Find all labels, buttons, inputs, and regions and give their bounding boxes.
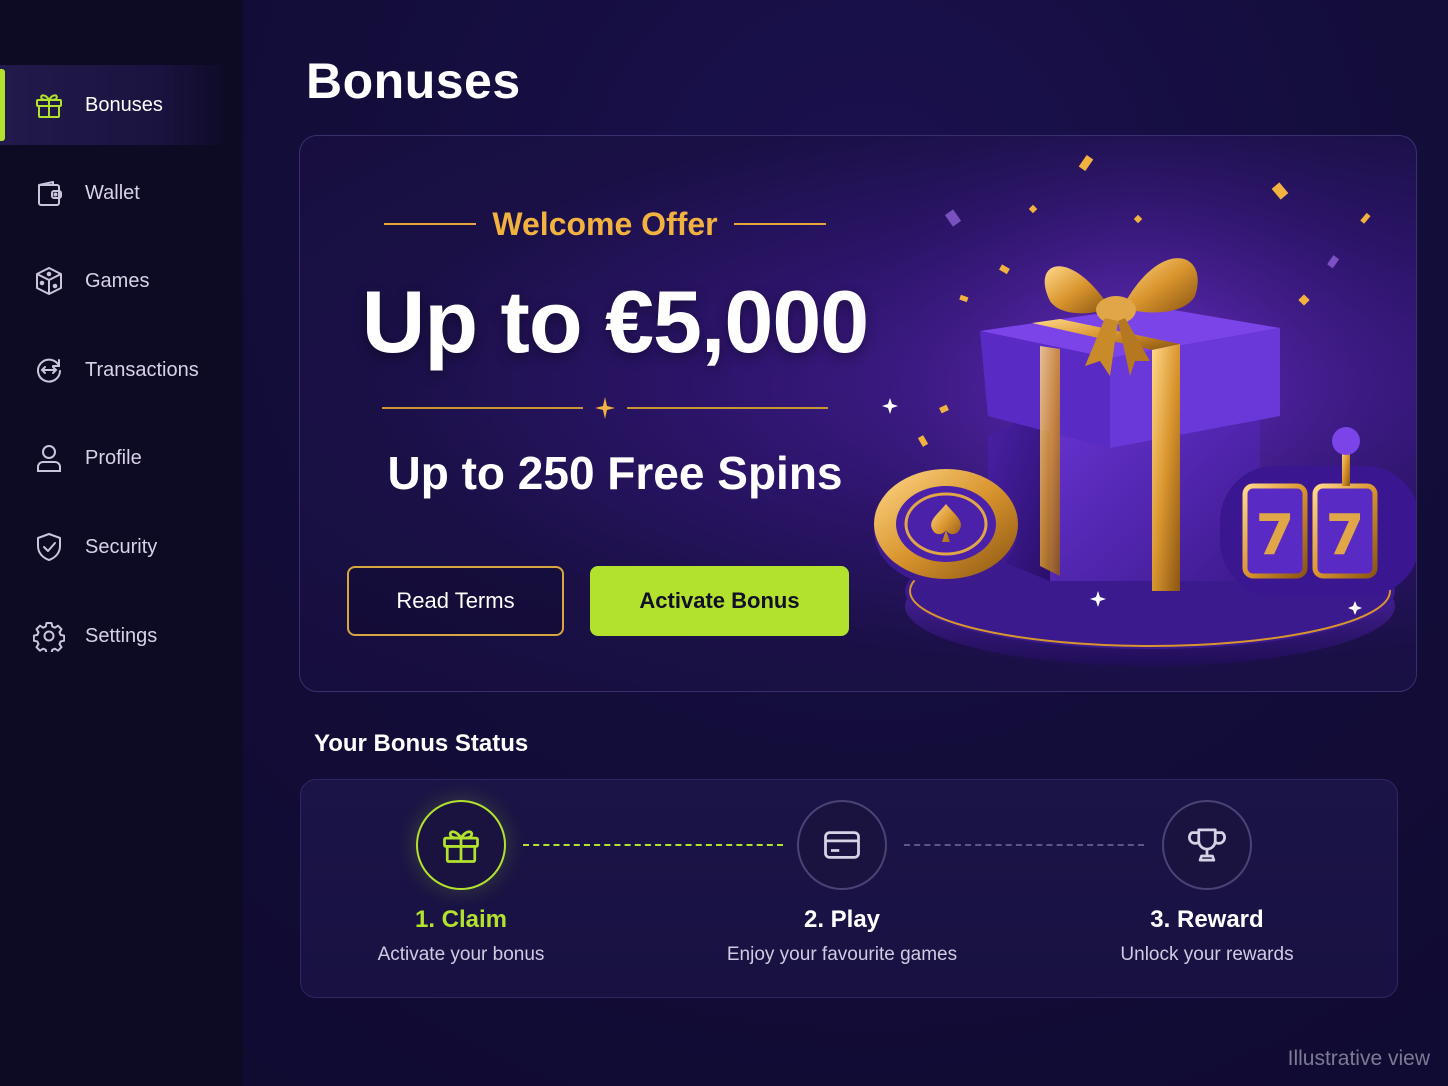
transactions-icon [32, 353, 66, 387]
step-claim-circle [416, 800, 506, 890]
ornament-divider [382, 396, 828, 420]
step-play-title: 2. Play [803, 906, 881, 933]
sidebar-item-label: Security [85, 535, 158, 558]
activate-bonus-button[interactable]: Activate Bonus [590, 566, 849, 636]
step-play-subtitle: Enjoy your favourite games [726, 944, 958, 965]
sidebar-item-label: Transactions [85, 358, 199, 381]
step-reward-circle [1162, 800, 1252, 890]
svg-text:7: 7 [1256, 503, 1295, 568]
shield-icon [32, 530, 66, 564]
sidebar-item-security[interactable]: Security [0, 507, 230, 587]
wallet-icon [32, 176, 66, 210]
welcome-offer-banner: Welcome Offer Up to €5,000 Up to 250 Fre… [299, 135, 1417, 692]
trophy-icon [1188, 828, 1226, 862]
step-claim-subtitle: Activate your bonus [377, 944, 545, 965]
sidebar: Bonuses Wallet Games Transactions Profil… [0, 0, 243, 1086]
svg-text:7: 7 [1326, 503, 1365, 568]
step-play-circle [797, 800, 887, 890]
gift-icon [443, 830, 479, 863]
sidebar-item-label: Profile [85, 446, 142, 469]
step-reward-subtitle: Unlock your rewards [1120, 944, 1294, 965]
app-root: Bonuses Wallet Games Transactions Profil… [0, 0, 1448, 1086]
card-icon [824, 831, 860, 859]
sparkle-icon [583, 396, 627, 420]
sidebar-item-bonuses[interactable]: Bonuses [0, 65, 230, 145]
sidebar-item-label: Settings [85, 624, 158, 647]
gear-icon [32, 619, 66, 653]
welcome-eyebrow: Welcome Offer [380, 204, 830, 244]
sidebar-item-label: Wallet [85, 181, 140, 204]
sidebar-item-label: Bonuses [85, 93, 163, 116]
read-terms-button[interactable]: Read Terms [347, 566, 564, 636]
step-claim-title: 1. Claim [414, 906, 508, 933]
user-icon [32, 441, 66, 475]
sidebar-item-games[interactable]: Games [0, 241, 230, 321]
gift-illustration: 7 7 [860, 136, 1416, 691]
bonus-amount: Up to €5,000 [361, 272, 869, 371]
sidebar-item-label: Games [85, 269, 150, 292]
eyebrow-line-right [733, 223, 826, 225]
dice-icon [32, 264, 66, 298]
sidebar-item-profile[interactable]: Profile [0, 418, 230, 498]
bonus-status-card: 1. Claim Activate your bonus 2. Play Enj… [300, 779, 1398, 998]
free-spins-text: Up to 250 Free Spins [387, 447, 843, 499]
step-reward-title: 3. Reward [1150, 906, 1264, 933]
step-connector [523, 844, 783, 846]
sidebar-item-wallet[interactable]: Wallet [0, 153, 230, 233]
sidebar-item-transactions[interactable]: Transactions [0, 330, 230, 410]
welcome-offer-label: Welcome Offer [492, 205, 718, 242]
bonus-status-title: Your Bonus Status [314, 730, 529, 757]
page-title: Bonuses [306, 53, 521, 109]
sidebar-item-settings[interactable]: Settings [0, 596, 230, 676]
eyebrow-line-left [384, 223, 477, 225]
illustrative-view-label: Illustrative view [1287, 1047, 1430, 1070]
step-connector [904, 844, 1144, 846]
gift-icon [32, 88, 66, 122]
